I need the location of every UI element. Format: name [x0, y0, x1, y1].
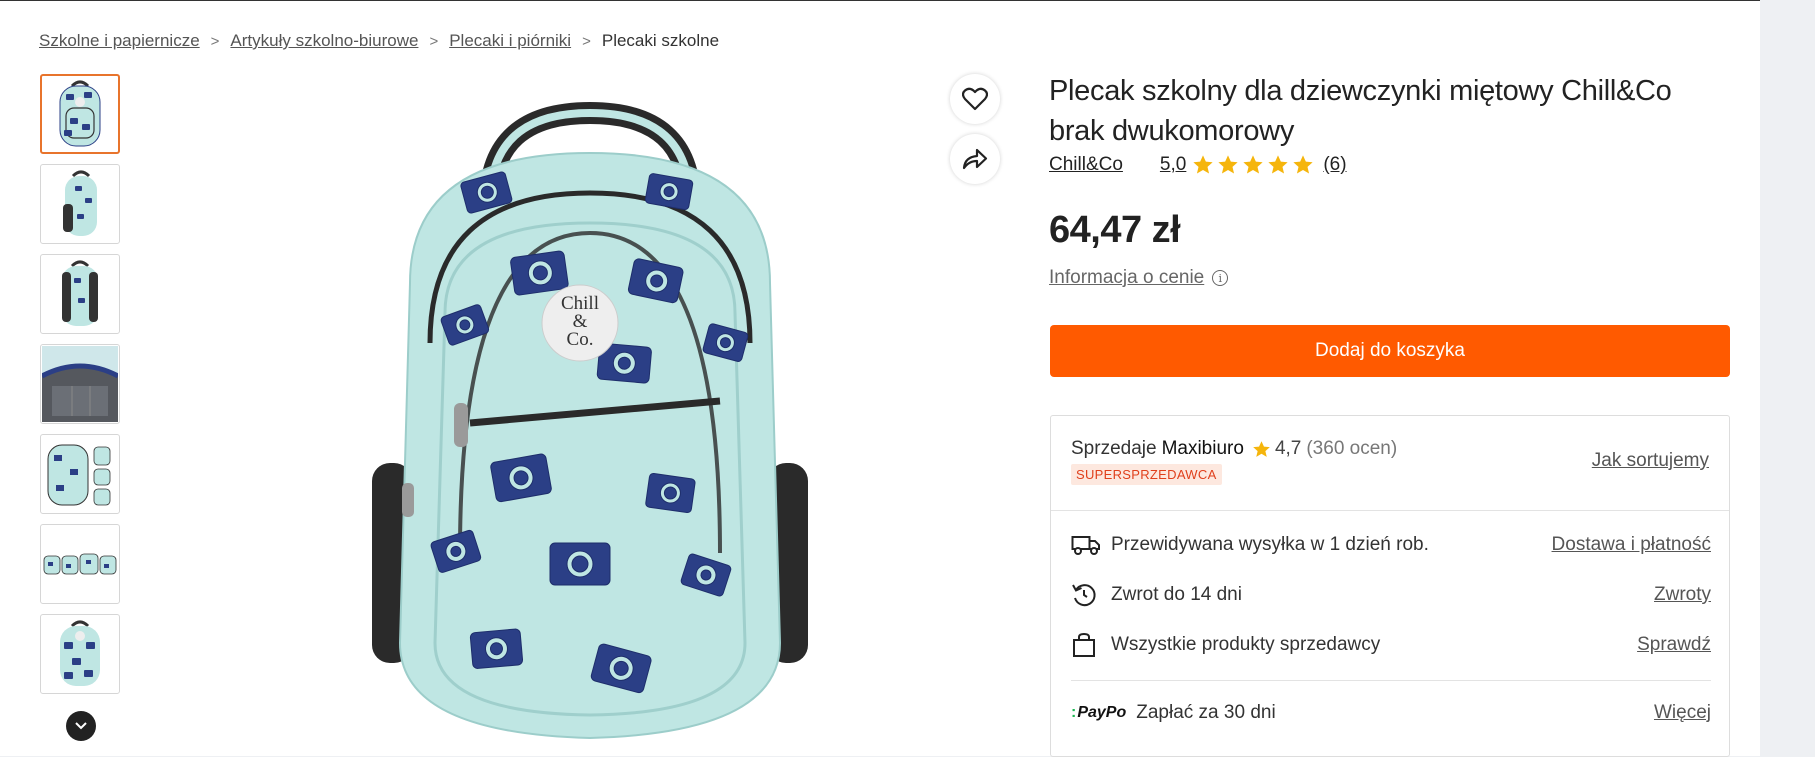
- breadcrumb-link-school-stationery[interactable]: Szkolne i papiernicze: [39, 31, 200, 51]
- seller-name[interactable]: Maxibiuro: [1162, 438, 1244, 460]
- thumbnails-scroll-down-button[interactable]: [66, 711, 96, 741]
- breadcrumb-link-office-supplies[interactable]: Artykuły szkolno-biurowe: [230, 31, 418, 51]
- thumbnail-interior[interactable]: [40, 344, 120, 424]
- paypo-logo: : PayPo: [1071, 704, 1127, 721]
- breadcrumb-separator: >: [210, 32, 220, 50]
- divider: [1051, 510, 1729, 511]
- star-icon: [1253, 440, 1270, 457]
- add-to-cart-button[interactable]: Dodaj do koszyka: [1050, 325, 1730, 377]
- seller-prefix: Sprzedaje: [1071, 438, 1157, 459]
- product-title: Plecak szkolny dla dziewczynki miętowy C…: [1049, 75, 1672, 147]
- price-info-link[interactable]: Informacja o cenie: [1049, 267, 1204, 289]
- paypo-logo-text: PayPo: [1077, 704, 1127, 721]
- paypo-text: Zapłać za 30 dni: [1136, 702, 1276, 723]
- breadcrumb-separator: >: [582, 32, 591, 50]
- breadcrumb: Szkolne i papiernicze > Artykuły szkolno…: [39, 31, 719, 51]
- seller-box: Sprzedaje Maxibiuro 4,7 (360 ocen) SUPER…: [1050, 415, 1730, 757]
- product-main-image[interactable]: Chill & Co.: [350, 83, 830, 748]
- paypo-more-link[interactable]: Więcej: [1654, 702, 1711, 724]
- paypo-row: : PayPo Zapłać za 30 dni Więcej: [1071, 702, 1711, 724]
- info-icon[interactable]: i: [1212, 270, 1229, 286]
- returns-row: Zwrot do 14 dni Zwroty: [1071, 581, 1711, 609]
- star-icon: [1268, 155, 1288, 174]
- returns-link[interactable]: Zwroty: [1654, 584, 1711, 606]
- divider: [1071, 680, 1711, 681]
- product-price: 64,47 zł: [1049, 209, 1181, 251]
- shipping-text: Przewidywana wysyłka w 1 dzień rob.: [1111, 534, 1429, 555]
- chevron-down-icon: [75, 722, 87, 730]
- star-icon: [1193, 155, 1213, 174]
- share-button[interactable]: [950, 134, 1000, 184]
- how-we-sort-link[interactable]: Jak sortujemy: [1592, 450, 1709, 472]
- breadcrumb-separator: >: [429, 32, 439, 50]
- star-icon: [1243, 155, 1263, 174]
- return-icon: [1071, 581, 1103, 609]
- thumbnail-collection[interactable]: [40, 524, 120, 604]
- share-icon: [962, 148, 988, 170]
- thumbnail-back[interactable]: [40, 254, 120, 334]
- heart-icon: [962, 87, 988, 111]
- breadcrumb-current: Plecaki szkolne: [601, 31, 720, 50]
- review-count-link[interactable]: (6): [1323, 154, 1346, 176]
- seller-products-text: Wszystkie produkty sprzedawcy: [1111, 634, 1381, 655]
- shipping-row: Przewidywana wysyłka w 1 dzień rob. Dost…: [1071, 531, 1711, 559]
- seller-rating: 4,7: [1274, 438, 1302, 459]
- add-to-favorites-button[interactable]: [950, 74, 1000, 124]
- returns-text: Zwrot do 14 dni: [1111, 584, 1242, 605]
- seller-rating-count: (360 ocen): [1306, 438, 1398, 459]
- delivery-payment-link[interactable]: Dostawa i płatność: [1552, 534, 1711, 556]
- thumbnail-side[interactable]: [40, 164, 120, 244]
- thumbnail-gallery: [40, 74, 120, 704]
- truck-icon: [1071, 531, 1103, 559]
- brand-link[interactable]: Chill&Co: [1049, 154, 1123, 176]
- thumbnail-front[interactable]: [40, 74, 120, 154]
- thumbnail-front-alt[interactable]: [40, 614, 120, 694]
- seller-info: Sprzedaje Maxibiuro 4,7 (360 ocen): [1071, 438, 1397, 460]
- seller-products-row: Wszystkie produkty sprzedawcy Sprawdź: [1071, 631, 1711, 659]
- check-seller-products-link[interactable]: Sprawdź: [1637, 634, 1711, 656]
- rating-stars: [1192, 154, 1317, 176]
- price-info: Informacja o cenie i: [1049, 267, 1229, 289]
- bag-icon: [1071, 631, 1103, 659]
- product-page: Szkolne i papiernicze > Artykuły szkolno…: [0, 1, 1760, 757]
- product-meta: Chill&Co 5,0 (6): [1049, 154, 1347, 176]
- breadcrumb-link-backpacks-pencil-cases[interactable]: Plecaki i piórniki: [449, 31, 571, 51]
- rating-value[interactable]: 5,0: [1160, 154, 1186, 176]
- super-seller-badge: SUPERSPRZEDAWCA: [1071, 464, 1222, 485]
- star-icon: [1218, 155, 1238, 174]
- thumbnail-set[interactable]: [40, 434, 120, 514]
- star-icon: [1293, 155, 1313, 174]
